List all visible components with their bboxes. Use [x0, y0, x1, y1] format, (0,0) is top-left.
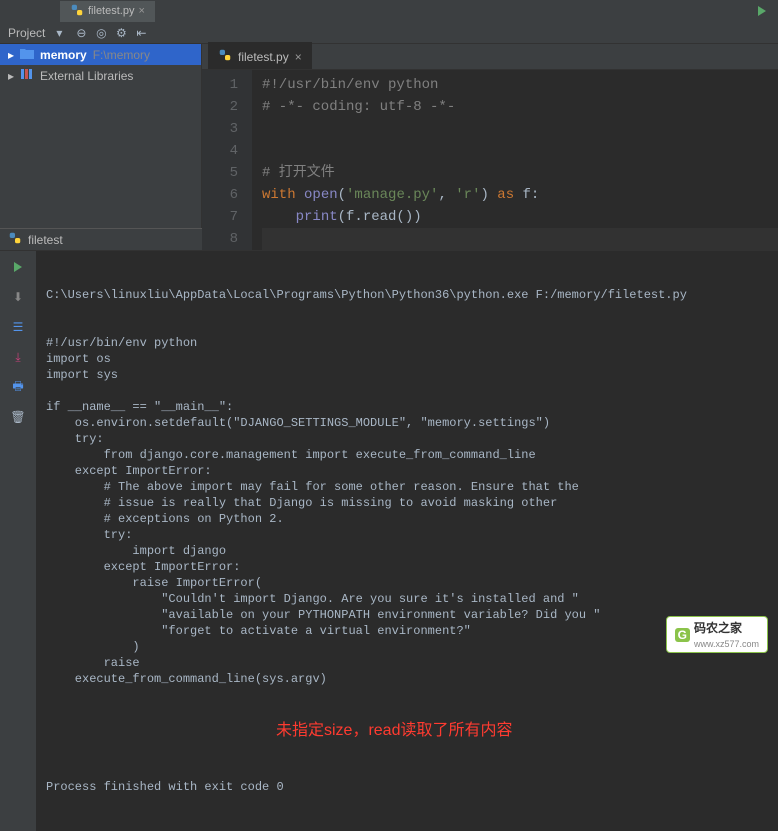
close-icon[interactable]: × — [295, 50, 302, 64]
chevron-down-icon[interactable]: ▾ — [51, 25, 67, 41]
chevron-right-icon: ▸ — [8, 48, 14, 62]
main-area: ▸ memory F:\memory ▸ External Libraries … — [0, 44, 778, 228]
project-label: Project — [8, 26, 45, 40]
top-tab-label: filetest.py — [88, 5, 134, 17]
library-icon — [20, 68, 34, 83]
gear-icon[interactable]: ⚙ — [113, 25, 129, 41]
watermark-badge-icon: G — [675, 628, 690, 642]
python-file-icon — [70, 3, 84, 20]
run-body: ⬇ ☰ ⤓ 🖶 🗑 C:\Users\linuxliu\AppData\Loca… — [0, 251, 778, 831]
folder-icon — [20, 47, 34, 62]
project-sidebar: ▸ memory F:\memory ▸ External Libraries — [0, 44, 202, 228]
layout-button[interactable]: ☰ — [8, 317, 28, 337]
console-stdout: #!/usr/bin/env python import os import s… — [46, 335, 768, 687]
code-editor[interactable]: 12345678 #!/usr/bin/env python# -*- codi… — [202, 70, 778, 250]
python-file-icon — [8, 231, 22, 248]
code-content[interactable]: #!/usr/bin/env python# -*- coding: utf-8… — [252, 70, 778, 250]
stop-button[interactable]: ⬇ — [8, 287, 28, 307]
watermark: G 码农之家 www.xz577.com — [666, 616, 768, 653]
collapse-icon[interactable]: ⊖ — [73, 25, 89, 41]
rerun-button[interactable] — [8, 257, 28, 277]
sidebar-item-name: External Libraries — [40, 69, 133, 83]
line-gutter: 12345678 — [202, 70, 252, 250]
project-toolbar: Project ▾ ⊖ ◎ ⚙ ⇤ — [0, 22, 778, 44]
print-button[interactable]: 🖶 — [8, 377, 28, 397]
sidebar-item-name: memory — [40, 48, 87, 62]
run-title: filetest — [28, 233, 63, 247]
console-cmdline: C:\Users\linuxliu\AppData\Local\Programs… — [46, 287, 768, 303]
editor-tab-label: filetest.py — [238, 50, 289, 64]
annotation-text: 未指定size，read读取了所有内容 — [46, 719, 768, 747]
run-gutter: ⬇ ☰ ⤓ 🖶 🗑 — [0, 251, 36, 831]
editor-tabs: filetest.py × — [202, 44, 778, 70]
run-button[interactable] — [754, 3, 770, 19]
editor-area: filetest.py × 12345678 #!/usr/bin/env py… — [202, 44, 778, 228]
python-file-icon — [218, 48, 232, 65]
hide-icon[interactable]: ⇤ — [133, 25, 149, 41]
sidebar-item-path: F:\memory — [93, 48, 150, 62]
editor-tab-filetest[interactable]: filetest.py × — [208, 42, 312, 69]
watermark-sub: www.xz577.com — [694, 639, 759, 649]
top-tab-filetest[interactable]: filetest.py × — [60, 1, 155, 22]
top-tabs: filetest.py × — [0, 0, 778, 22]
close-icon[interactable]: × — [138, 5, 144, 17]
trash-button[interactable]: 🗑 — [8, 407, 28, 427]
run-tool-window: filetest ⬇ ☰ ⤓ 🖶 🗑 C:\Users\linuxliu\App… — [0, 228, 778, 831]
chevron-right-icon: ▸ — [8, 69, 14, 83]
sidebar-item-memory[interactable]: ▸ memory F:\memory — [0, 44, 201, 65]
export-button[interactable]: ⤓ — [8, 347, 28, 367]
console-exit-msg: Process finished with exit code 0 — [46, 779, 768, 795]
locate-icon[interactable]: ◎ — [93, 25, 109, 41]
run-config-area — [754, 0, 770, 22]
sidebar-item-external-libs[interactable]: ▸ External Libraries — [0, 65, 201, 86]
watermark-text: 码农之家 — [694, 621, 742, 635]
console-output[interactable]: C:\Users\linuxliu\AppData\Local\Programs… — [36, 251, 778, 831]
